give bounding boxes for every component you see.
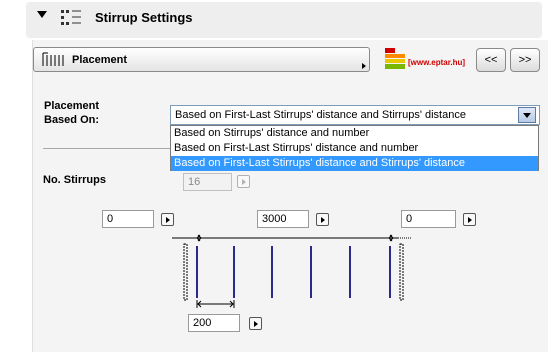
total-distance-stepper-icon[interactable]	[316, 213, 329, 226]
spacing-stepper-icon[interactable]	[249, 317, 262, 330]
end-distance-field[interactable]: 0	[401, 210, 456, 228]
placement-page-label: Placement	[72, 54, 128, 66]
previous-button[interactable]: <<	[476, 48, 506, 72]
placement-based-on-label: Placement Based On:	[44, 99, 99, 127]
total-distance-field[interactable]: 3000	[257, 210, 309, 228]
placement-icon	[42, 52, 64, 66]
no-stirrups-stepper-icon	[237, 175, 250, 188]
dropdown-option[interactable]: Based on First-Last Stirrups' distance a…	[171, 141, 538, 156]
placement-based-on-select[interactable]: Based on First-Last Stirrups' distance a…	[170, 105, 540, 125]
divider	[43, 148, 171, 149]
section-title: Stirrup Settings	[95, 10, 193, 25]
logo-text: [www.eptar.hu]	[408, 58, 466, 67]
collapse-triangle-icon[interactable]	[37, 11, 47, 18]
stirrup-diagram	[172, 234, 412, 308]
no-stirrups-field: 16	[183, 173, 232, 191]
start-distance-field[interactable]: 0	[102, 210, 154, 228]
spacing-field[interactable]: 200	[188, 314, 240, 332]
start-distance-stepper-icon[interactable]	[161, 213, 174, 226]
placement-based-on-label-line2: Based On:	[44, 114, 100, 126]
end-distance-stepper-icon[interactable]	[463, 213, 476, 226]
chevron-right-icon	[362, 63, 366, 69]
dropdown-option[interactable]: Based on Stirrups' distance and number	[171, 126, 538, 141]
placement-options-list: Based on Stirrups' distance and number B…	[170, 125, 539, 171]
no-stirrups-label: No. Stirrups	[43, 174, 106, 186]
stirrup-settings-icon	[61, 10, 81, 25]
dropdown-arrow-icon[interactable]	[518, 107, 536, 123]
dropdown-option-selected[interactable]: Based on First-Last Stirrups' distance a…	[171, 156, 538, 171]
placement-based-on-label-line1: Placement	[44, 100, 100, 112]
next-button[interactable]: >>	[510, 48, 540, 72]
